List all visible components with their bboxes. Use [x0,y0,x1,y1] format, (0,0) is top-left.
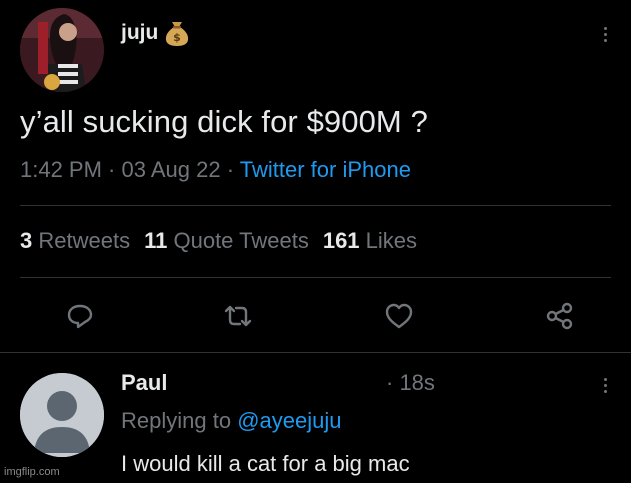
retweet-icon[interactable] [222,300,254,332]
quote-tweets-count: 11 [144,228,168,253]
default-avatar-icon[interactable] [20,373,104,457]
replying-handle[interactable]: @ayeejuju [237,408,341,433]
reply-time[interactable]: · 18s [386,370,435,396]
divider [20,277,611,278]
tweet-text: y’all sucking dick for $900M ? [20,104,428,139]
watermark: imgflip.com [4,466,60,478]
like-icon[interactable] [383,300,415,332]
likes-label: Likes [365,228,418,253]
engagement-stats: 3 Retweets 11 Quote Tweets 161 Likes [20,228,417,254]
main-tweet: juju $ y’all sucking dick for $900M ? 1:… [0,0,631,352]
tweet-time[interactable]: 1:42 PM [20,157,102,182]
replying-prefix: Replying to [121,408,238,433]
meta-separator: · [101,157,122,182]
more-options-icon[interactable] [598,24,614,46]
replying-to: Replying to @ayeejuju [121,408,341,434]
likes-count: 161 [322,228,360,253]
likes-stat[interactable]: 161 Likes [323,228,417,253]
meta-separator: · [220,157,240,182]
retweets-count: 3 [20,228,33,253]
display-name-text: juju [121,21,159,44]
retweets-stat[interactable]: 3 Retweets [20,228,130,253]
quote-tweets-stat[interactable]: 11 Quote Tweets [144,228,309,253]
reply-text: I would kill a cat for a big mac [121,451,410,476]
display-name[interactable]: juju $ [121,19,190,47]
divider [20,205,611,206]
reply-display-name[interactable]: Paul [121,370,167,396]
more-options-icon[interactable] [598,375,614,397]
moneybag-icon: $ [164,19,190,47]
retweets-label: Retweets [38,228,131,253]
avatar[interactable] [20,8,104,92]
reply-tweet: Paul · 18s Replying to @ayeejuju I would… [0,353,631,483]
tweet-metadata: 1:42 PM · 03 Aug 22 · Twitter for iPhone [20,157,411,183]
reply-icon[interactable] [64,300,96,332]
quote-tweets-label: Quote Tweets [173,228,309,253]
share-icon[interactable] [543,300,575,332]
svg-text:$: $ [174,31,182,44]
moneybag-badge-icon [44,74,60,90]
tweet-date[interactable]: 03 Aug 22 [122,157,221,182]
tweet-source[interactable]: Twitter for iPhone [240,157,411,182]
profile-photo [20,8,104,92]
